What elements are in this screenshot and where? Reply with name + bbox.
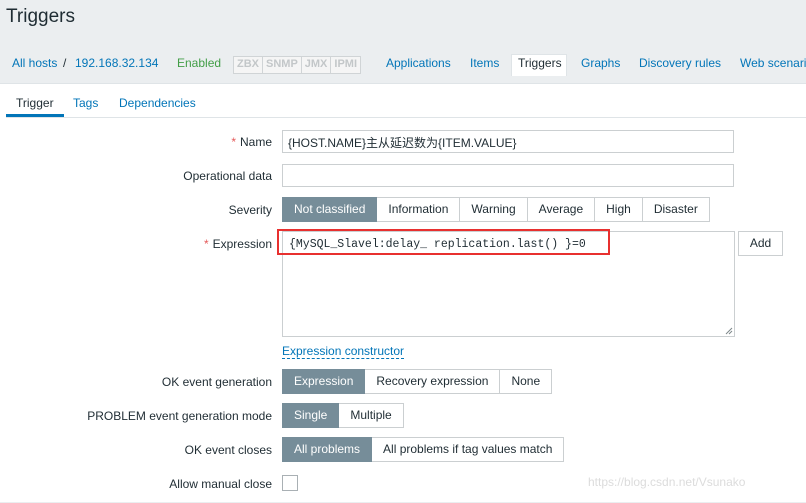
badge-snmp: SNMP — [263, 57, 302, 73]
severity-warning[interactable]: Warning — [460, 197, 528, 222]
ok-event-closes-selector: All problems All problems if tag values … — [282, 437, 565, 462]
operational-data-label: Operational data — [183, 169, 272, 183]
problem-mode-single[interactable]: Single — [282, 403, 340, 428]
resize-handle-icon[interactable] — [725, 327, 733, 335]
problem-mode-multiple[interactable]: Multiple — [339, 403, 404, 428]
tab-items[interactable]: Items — [470, 56, 499, 70]
problem-mode-label: PROBLEM event generation mode — [87, 409, 272, 423]
tab-discovery-rules[interactable]: Discovery rules — [639, 56, 721, 70]
watermark: https://blog.csdn.net/Vsunako — [588, 475, 746, 489]
subtab-dependencies[interactable]: Dependencies — [119, 96, 196, 110]
manual-close-checkbox[interactable] — [282, 475, 298, 491]
expression-constructor-link[interactable]: Expression constructor — [282, 344, 405, 359]
ok-event-generation-label: OK event generation — [161, 375, 272, 389]
ok-gen-expression[interactable]: Expression — [282, 369, 366, 394]
ok-event-closes-label: OK event closes — [184, 443, 272, 457]
add-expression-button[interactable]: Add — [738, 231, 783, 256]
all-hosts-link[interactable]: All hosts — [12, 56, 57, 70]
severity-information[interactable]: Information — [377, 197, 461, 222]
host-navigation: All hosts / 192.168.32.134 Enabled ZBX S… — [0, 50, 806, 78]
expression-highlight-box — [277, 229, 610, 255]
host-status[interactable]: Enabled — [177, 56, 221, 70]
expression-textarea[interactable]: {MySQL_Slavel:delay_ replication.last() … — [277, 229, 735, 337]
breadcrumb-separator: / — [63, 56, 67, 70]
subtab-tags[interactable]: Tags — [73, 96, 98, 110]
badge-jmx: JMX — [302, 57, 332, 73]
name-label: * Name — [231, 135, 272, 149]
name-input[interactable]: {HOST.NAME}主从延迟数为{ITEM.VALUE} — [282, 130, 734, 153]
subtab-trigger[interactable]: Trigger — [16, 96, 54, 110]
badge-zbx: ZBX — [234, 57, 263, 73]
operational-data-input[interactable] — [282, 164, 734, 187]
interface-badges: ZBX SNMP JMX IPMI — [233, 56, 362, 74]
severity-disaster[interactable]: Disaster — [642, 197, 710, 222]
tab-applications[interactable]: Applications — [386, 56, 451, 70]
badge-ipmi: IPMI — [334, 58, 358, 70]
ok-event-generation-selector: Expression Recovery expression None — [282, 369, 553, 394]
tab-graphs[interactable]: Graphs — [581, 56, 620, 70]
ok-closes-all-problems[interactable]: All problems — [282, 437, 373, 462]
trigger-form: * Name {HOST.NAME}主从延迟数为{ITEM.VALUE} Oper… — [6, 117, 806, 503]
ok-gen-none[interactable]: None — [500, 369, 553, 394]
host-link[interactable]: 192.168.32.134 — [75, 56, 158, 70]
severity-high[interactable]: High — [595, 197, 643, 222]
severity-label: Severity — [228, 203, 272, 217]
ok-gen-recovery-expression[interactable]: Recovery expression — [365, 369, 501, 394]
expression-label-text: Expression — [212, 237, 272, 251]
trigger-form-panel: Trigger Tags Dependencies * Name {HOST.NA… — [0, 83, 806, 502]
ok-closes-tag-match[interactable]: All problems if tag values match — [372, 437, 565, 462]
severity-not-classified[interactable]: Not classified — [282, 197, 378, 222]
tab-web-scenarios[interactable]: Web scenari — [740, 56, 806, 70]
severity-average[interactable]: Average — [527, 197, 596, 222]
problem-mode-selector: Single Multiple — [282, 403, 404, 428]
name-label-text: Name — [239, 135, 272, 149]
tab-triggers[interactable]: Triggers — [518, 56, 562, 70]
required-marker: * — [231, 135, 236, 149]
required-marker: * — [203, 237, 209, 251]
severity-selector: Not classified Information Warning Avera… — [282, 197, 710, 222]
manual-close-label: Allow manual close — [169, 477, 272, 491]
page-title: Triggers — [6, 6, 75, 27]
expression-label: * Expression — [204, 237, 272, 251]
